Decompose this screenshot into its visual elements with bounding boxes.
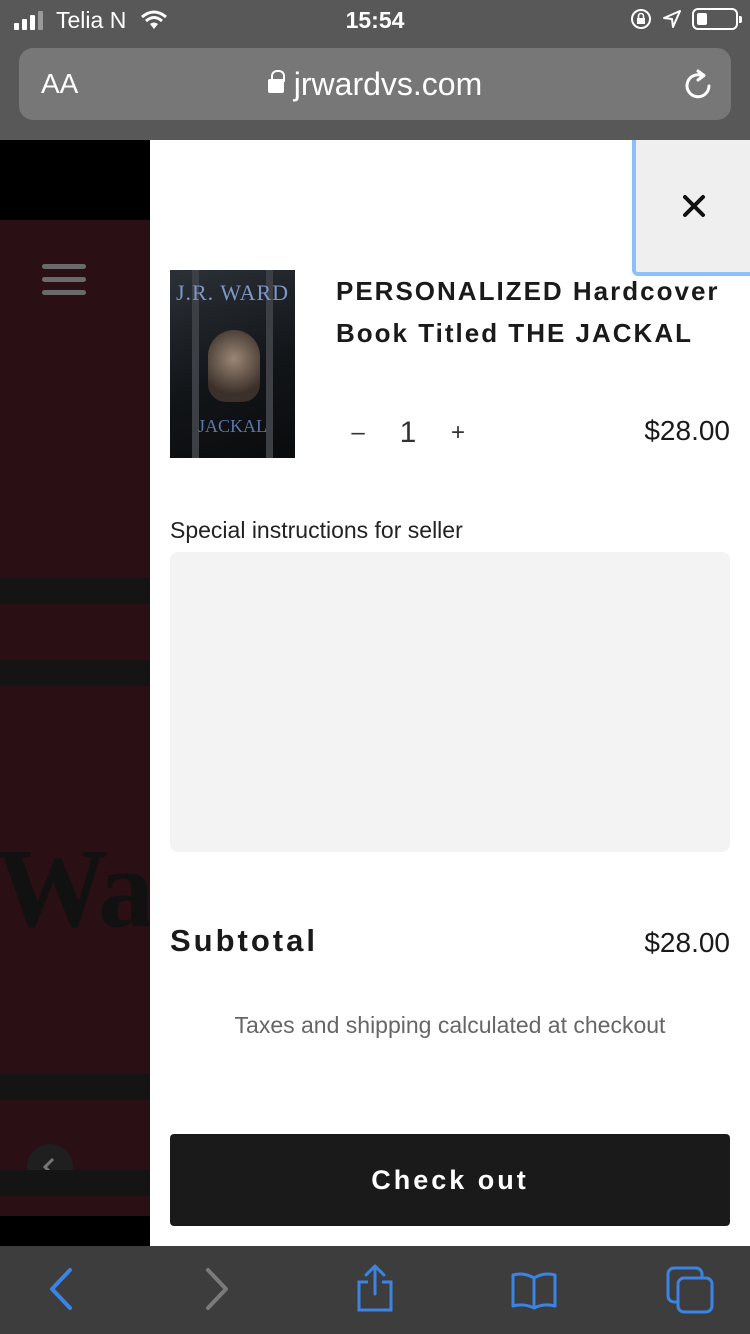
product-image[interactable]: J.R. WARD JACKAL — [170, 270, 295, 458]
close-cart-button[interactable] — [632, 140, 750, 276]
cover-title: JACKAL — [197, 416, 267, 436]
cart-drawer: J.R. WARD JACKAL PERSONALIZED Hardcover … — [150, 140, 750, 1246]
background-page: War — [0, 140, 150, 1246]
quantity-value[interactable]: 1 — [380, 416, 436, 450]
status-bar: Telia N 15:54 — [0, 0, 750, 40]
subtotal-label: Subtotal — [170, 923, 318, 958]
browser-toolbar — [0, 1246, 750, 1334]
lock-icon — [267, 70, 285, 93]
instructions-textarea[interactable] — [170, 552, 730, 852]
background-brand-text: War — [0, 827, 150, 951]
instructions-label: Special instructions for seller — [170, 517, 463, 543]
checkout-button[interactable]: Check out — [170, 1134, 730, 1226]
line-item-price: $28.00 — [644, 415, 730, 446]
book-icon[interactable] — [510, 1270, 558, 1310]
share-icon[interactable] — [355, 1264, 395, 1314]
tabs-icon[interactable] — [666, 1266, 716, 1314]
reload-icon[interactable] — [683, 68, 715, 102]
battery-icon — [692, 8, 742, 30]
close-icon — [683, 195, 705, 217]
location-icon — [663, 10, 681, 28]
decrease-quantity-button[interactable]: – — [336, 419, 380, 447]
subtotal-value: $28.00 — [644, 927, 730, 958]
back-arrow-icon[interactable] — [46, 1266, 76, 1312]
forward-arrow-icon[interactable] — [202, 1266, 232, 1312]
hamburger-menu-icon — [42, 264, 86, 303]
product-title[interactable]: PERSONALIZED Hardcover Book Titled THE J… — [336, 270, 736, 354]
increase-quantity-button[interactable]: + — [436, 419, 480, 447]
tax-note: Taxes and shipping calculated at checkou… — [234, 1012, 666, 1038]
url-text: jrwardvs.com — [293, 66, 483, 102]
orientation-lock-icon — [631, 9, 651, 29]
address-bar[interactable]: AA jrwardvs.com — [19, 48, 731, 120]
quantity-stepper: – 1 + — [336, 416, 480, 450]
url-display[interactable]: jrwardvs.com — [19, 66, 731, 103]
cover-author: J.R. WARD — [175, 280, 290, 305]
